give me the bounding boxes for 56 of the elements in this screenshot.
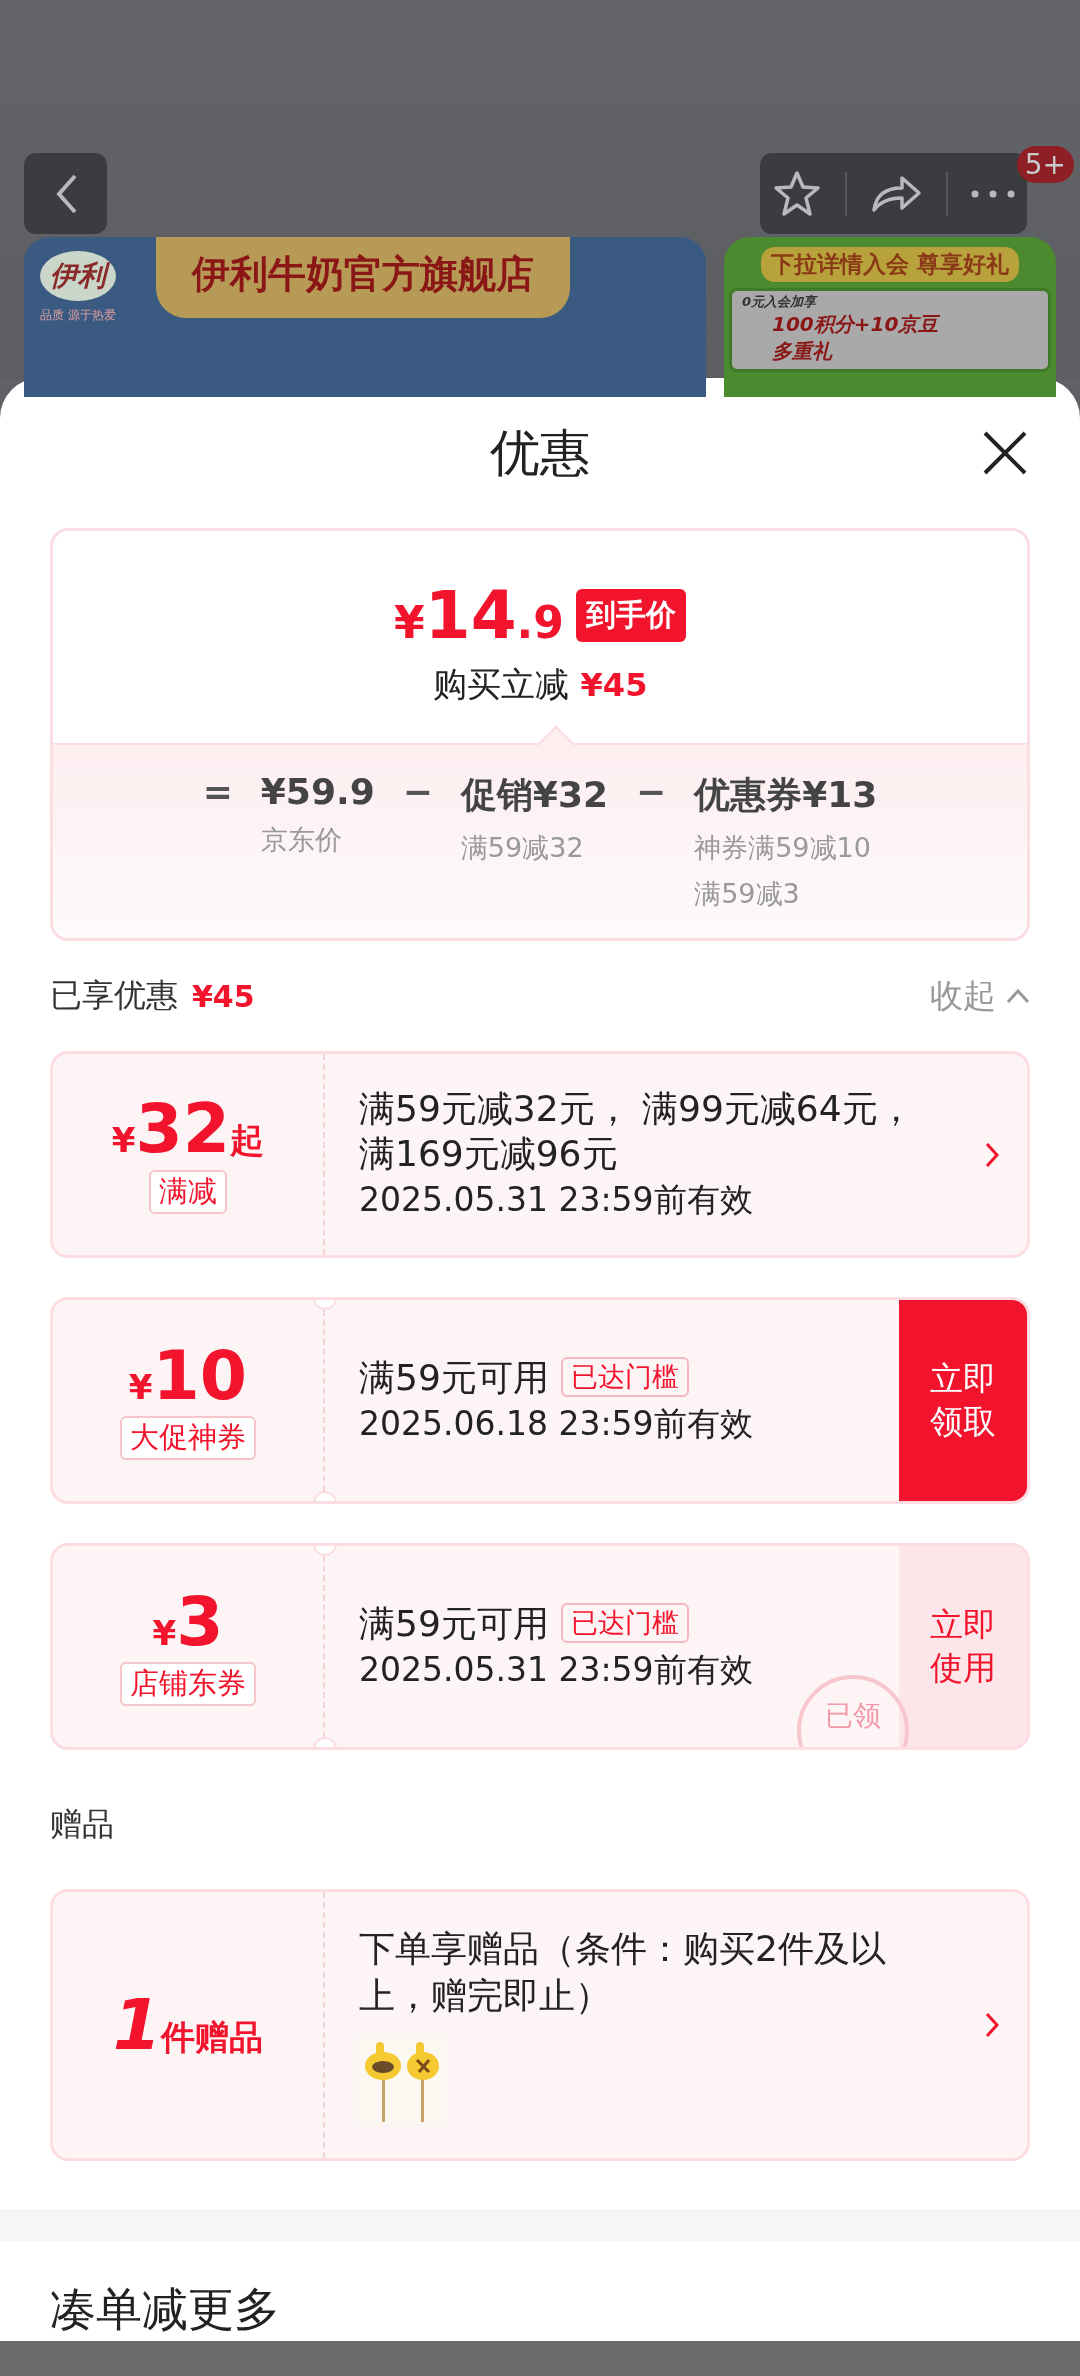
validity-date: 2025.05.31 23:59前有效 [359, 1179, 754, 1221]
store-name: 伊利牛奶官方旗舰店 [156, 237, 570, 318]
validity-date: 2025.05.31 23:59前有效 [359, 1648, 754, 1691]
back-button[interactable] [24, 153, 107, 234]
operator-sign: = [202, 771, 233, 812]
chevron-right-icon[interactable] [985, 1141, 999, 1168]
breakdown-value: 优惠券¥13 [694, 773, 878, 817]
brand-logo: 伊利 [40, 251, 116, 301]
coupon-amount: ¥3 [152, 1587, 224, 1656]
sheet-title: 优惠 [490, 422, 590, 484]
star-icon[interactable] [771, 169, 822, 218]
breakdown-note: 京东价 [260, 823, 343, 857]
final-price: ¥14.9 [394, 576, 564, 654]
threshold-tag: 已达门槛 [560, 1603, 689, 1643]
validity-date: 2025.06.18 23:59前有效 [359, 1402, 754, 1445]
share-icon[interactable] [870, 173, 923, 214]
collapse-toggle[interactable]: 收起 [930, 973, 1030, 1019]
coupon-condition: 满59元减32元， 满99元减64元，满169元减96元 [359, 1087, 915, 1176]
gift-description: 下单享赠品（条件：购买2件及以上，赠完即止） [359, 1927, 887, 2018]
promo-tag: 0元入会加享 [742, 293, 817, 311]
price-label: 到手价 [575, 588, 686, 642]
breakdown-note: 满59减3 [694, 877, 801, 911]
gift-count: 1 件赠品 [112, 1984, 264, 2066]
coupon-tag: 大促神券 [120, 1415, 256, 1460]
breakdown-note: 满59减32 [460, 831, 585, 865]
coupon-amount: ¥32起 [111, 1095, 265, 1164]
section-title: 已享优惠 [50, 975, 178, 1016]
coupon-condition: 满59元可用 [359, 1355, 549, 1400]
breakdown-note: 神券满59减10 [694, 831, 872, 865]
operator-sign: − [636, 771, 667, 812]
coupon-action-button[interactable]: 立即领取 [899, 1300, 1027, 1501]
more-icon[interactable] [971, 189, 1016, 198]
coupon-action-button[interactable]: 立即使用 [899, 1546, 1027, 1747]
close-icon[interactable] [982, 430, 1028, 476]
store-banner[interactable]: 伊利 品质 源于热爱 伊利牛奶官方旗舰店 [24, 237, 706, 397]
saving-label: 购买立减 [432, 662, 569, 706]
operator-sign: − [402, 771, 433, 812]
notification-badge: 5+ [1016, 146, 1074, 183]
section-title: 赠品 [50, 1804, 115, 1845]
coupon-condition: 满59元可用 [359, 1601, 549, 1646]
saving-amount: ¥45 [580, 665, 648, 704]
promo-text: 100积分+10京豆 [771, 311, 939, 338]
chevron-right-icon[interactable] [985, 2012, 999, 2038]
discount-total: ¥45 [192, 978, 255, 1014]
threshold-tag: 已达门槛 [560, 1357, 689, 1397]
breakdown-value: ¥59.9 [260, 771, 375, 812]
breakdown-value: 促销¥32 [460, 773, 608, 817]
brand-slogan: 品质 源于热爱 [40, 307, 116, 324]
coupon-tag: 满减 [149, 1170, 227, 1214]
section-title: 凑单减更多 [50, 2281, 281, 2338]
promo-text: 多重礼 [771, 338, 832, 365]
coupon-amount: ¥10 [128, 1341, 248, 1410]
coupon-tag: 店铺东券 [120, 1661, 256, 1706]
promo-banner[interactable]: 下拉详情入会 尊享好礼 0元入会加享 100积分+10京豆 多重礼 [724, 237, 1056, 397]
promo-title: 下拉详情入会 尊享好礼 [761, 247, 1019, 282]
caret-icon [1006, 988, 1030, 1004]
